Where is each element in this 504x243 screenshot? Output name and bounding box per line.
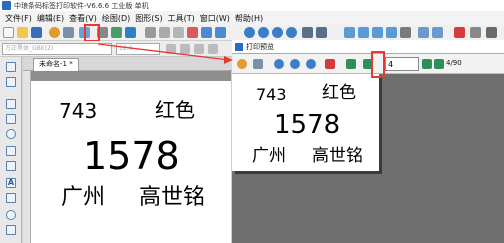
main-toolbar bbox=[0, 25, 504, 41]
preview-label-page: 743 红色 1578 广州 高世铭 bbox=[232, 74, 379, 171]
distribute-icon[interactable] bbox=[316, 27, 327, 38]
preview-close-icon[interactable] bbox=[325, 59, 335, 69]
info-icon[interactable] bbox=[470, 27, 481, 38]
menu-draw[interactable]: 绘图(D) bbox=[102, 13, 130, 24]
preview-person-text: 高世铭 bbox=[312, 146, 363, 166]
lock-icon[interactable] bbox=[400, 27, 411, 38]
align-left-icon[interactable] bbox=[208, 44, 218, 54]
preview-print-icon[interactable] bbox=[253, 59, 263, 69]
zoom-out-icon[interactable] bbox=[258, 27, 269, 38]
flip-icon[interactable] bbox=[432, 27, 443, 38]
cut-icon[interactable] bbox=[145, 27, 156, 38]
zoom-fit-icon[interactable] bbox=[272, 27, 283, 38]
app-title: 中琅条码标签打印软件-V6.6.6 工业版 单机 bbox=[14, 1, 149, 10]
settings-icon[interactable] bbox=[49, 27, 60, 38]
batch-icon[interactable] bbox=[125, 27, 136, 38]
preview-code-text: 1578 bbox=[274, 110, 341, 140]
print-preview-highlight bbox=[84, 24, 100, 42]
bold-icon[interactable] bbox=[166, 44, 176, 54]
preview-zoom-in-icon[interactable] bbox=[274, 59, 284, 69]
delete-icon[interactable] bbox=[187, 27, 198, 38]
undo-icon[interactable] bbox=[201, 27, 212, 38]
preview-title: 打印预览 bbox=[246, 42, 274, 51]
open-folder-icon[interactable] bbox=[17, 27, 28, 38]
menu-help[interactable]: 帮助(H) bbox=[235, 13, 263, 24]
page-input-highlight bbox=[371, 51, 385, 78]
align-icon[interactable] bbox=[302, 27, 313, 38]
preview-zoom-out-icon[interactable] bbox=[290, 59, 300, 69]
pdf-icon[interactable] bbox=[454, 27, 465, 38]
layer-icon[interactable] bbox=[386, 27, 397, 38]
preview-city-text: 广州 bbox=[252, 146, 286, 166]
paste-icon[interactable] bbox=[173, 27, 184, 38]
preview-number-text: 743 bbox=[256, 85, 287, 104]
label-code-text[interactable]: 1578 bbox=[83, 137, 180, 175]
next-page-icon[interactable] bbox=[422, 59, 432, 69]
circle-tool-icon[interactable] bbox=[6, 210, 16, 220]
preview-toolbar: 4/90 bbox=[232, 54, 504, 74]
last-page-icon[interactable] bbox=[434, 59, 444, 69]
qrcode-tool-icon[interactable] bbox=[6, 161, 16, 171]
new-document-icon[interactable] bbox=[3, 27, 14, 38]
menu-edit[interactable]: 编辑(E) bbox=[37, 13, 64, 24]
font-family-combo[interactable]: 方正黑体_GBK(2) bbox=[2, 43, 112, 55]
save-icon[interactable] bbox=[31, 27, 42, 38]
hand-tool-icon[interactable] bbox=[6, 77, 16, 87]
first-page-icon[interactable] bbox=[346, 59, 356, 69]
preview-title-bar: 打印预览 bbox=[232, 40, 504, 54]
zoom-actual-icon[interactable] bbox=[286, 27, 297, 38]
menu-bar: 文件(F) 编辑(E) 查看(V) 绘图(D) 图形(S) 工具(T) 窗口(W… bbox=[0, 11, 504, 25]
app-logo-icon bbox=[2, 1, 11, 10]
page-total-indicator: 4/90 bbox=[446, 59, 462, 67]
underline-icon[interactable] bbox=[194, 44, 204, 54]
preview-empty-area bbox=[382, 74, 504, 243]
label-number-text[interactable]: 743 bbox=[59, 101, 97, 121]
zoom-in-icon[interactable] bbox=[244, 27, 255, 38]
ungroup-icon[interactable] bbox=[372, 27, 383, 38]
document-tab[interactable]: 未命名-1 * bbox=[33, 58, 79, 71]
preview-zoom-fit-icon[interactable] bbox=[306, 59, 316, 69]
image-tool-icon[interactable] bbox=[6, 193, 16, 203]
group-icon[interactable] bbox=[358, 27, 369, 38]
label-design-page[interactable]: 743 红色 1578 广州 高世铭 bbox=[31, 81, 231, 243]
data-source-icon[interactable] bbox=[111, 27, 122, 38]
label-person-text[interactable]: 高世铭 bbox=[139, 187, 205, 209]
page-number-input[interactable] bbox=[385, 57, 419, 71]
preview-color-text: 红色 bbox=[322, 83, 356, 103]
menu-view[interactable]: 查看(V) bbox=[69, 13, 97, 24]
label-city-text[interactable]: 广州 bbox=[61, 187, 105, 209]
pointer-tool-icon[interactable] bbox=[6, 62, 16, 72]
document-tab-strip: 未命名-1 * bbox=[23, 57, 233, 71]
print-preview-window: 打印预览 4/90 743 红色 1578 广州 高世铭 bbox=[232, 40, 504, 243]
drawing-tools-panel: A bbox=[0, 57, 22, 243]
preview-window-icon bbox=[235, 42, 243, 51]
menu-window[interactable]: 窗口(W) bbox=[200, 13, 230, 24]
exit-icon[interactable] bbox=[486, 27, 497, 38]
menu-file[interactable]: 文件(F) bbox=[5, 13, 32, 24]
menu-tools[interactable]: 工具(T) bbox=[168, 13, 195, 24]
preview-settings-icon[interactable] bbox=[237, 59, 247, 69]
redo-icon[interactable] bbox=[215, 27, 226, 38]
rectangle-tool-icon[interactable] bbox=[6, 114, 16, 124]
table-tool-icon[interactable] bbox=[6, 225, 16, 235]
font-size-combo[interactable]: 12.0 bbox=[116, 43, 160, 55]
vertical-ruler bbox=[23, 71, 31, 243]
copy-icon[interactable] bbox=[159, 27, 170, 38]
app-title-bar: 中琅条码标签打印软件-V6.6.6 工业版 单机 bbox=[0, 0, 504, 11]
ellipse-tool-icon[interactable] bbox=[6, 129, 16, 139]
print-icon[interactable] bbox=[63, 27, 74, 38]
line-tool-icon[interactable] bbox=[6, 99, 16, 109]
rotate-icon[interactable] bbox=[418, 27, 429, 38]
menu-shape[interactable]: 图形(S) bbox=[135, 13, 162, 24]
italic-icon[interactable] bbox=[180, 44, 190, 54]
arrange-icon[interactable] bbox=[344, 27, 355, 38]
barcode-tool-icon[interactable] bbox=[6, 146, 16, 156]
text-tool-icon[interactable]: A bbox=[6, 178, 16, 188]
label-color-text[interactable]: 红色 bbox=[155, 100, 195, 120]
